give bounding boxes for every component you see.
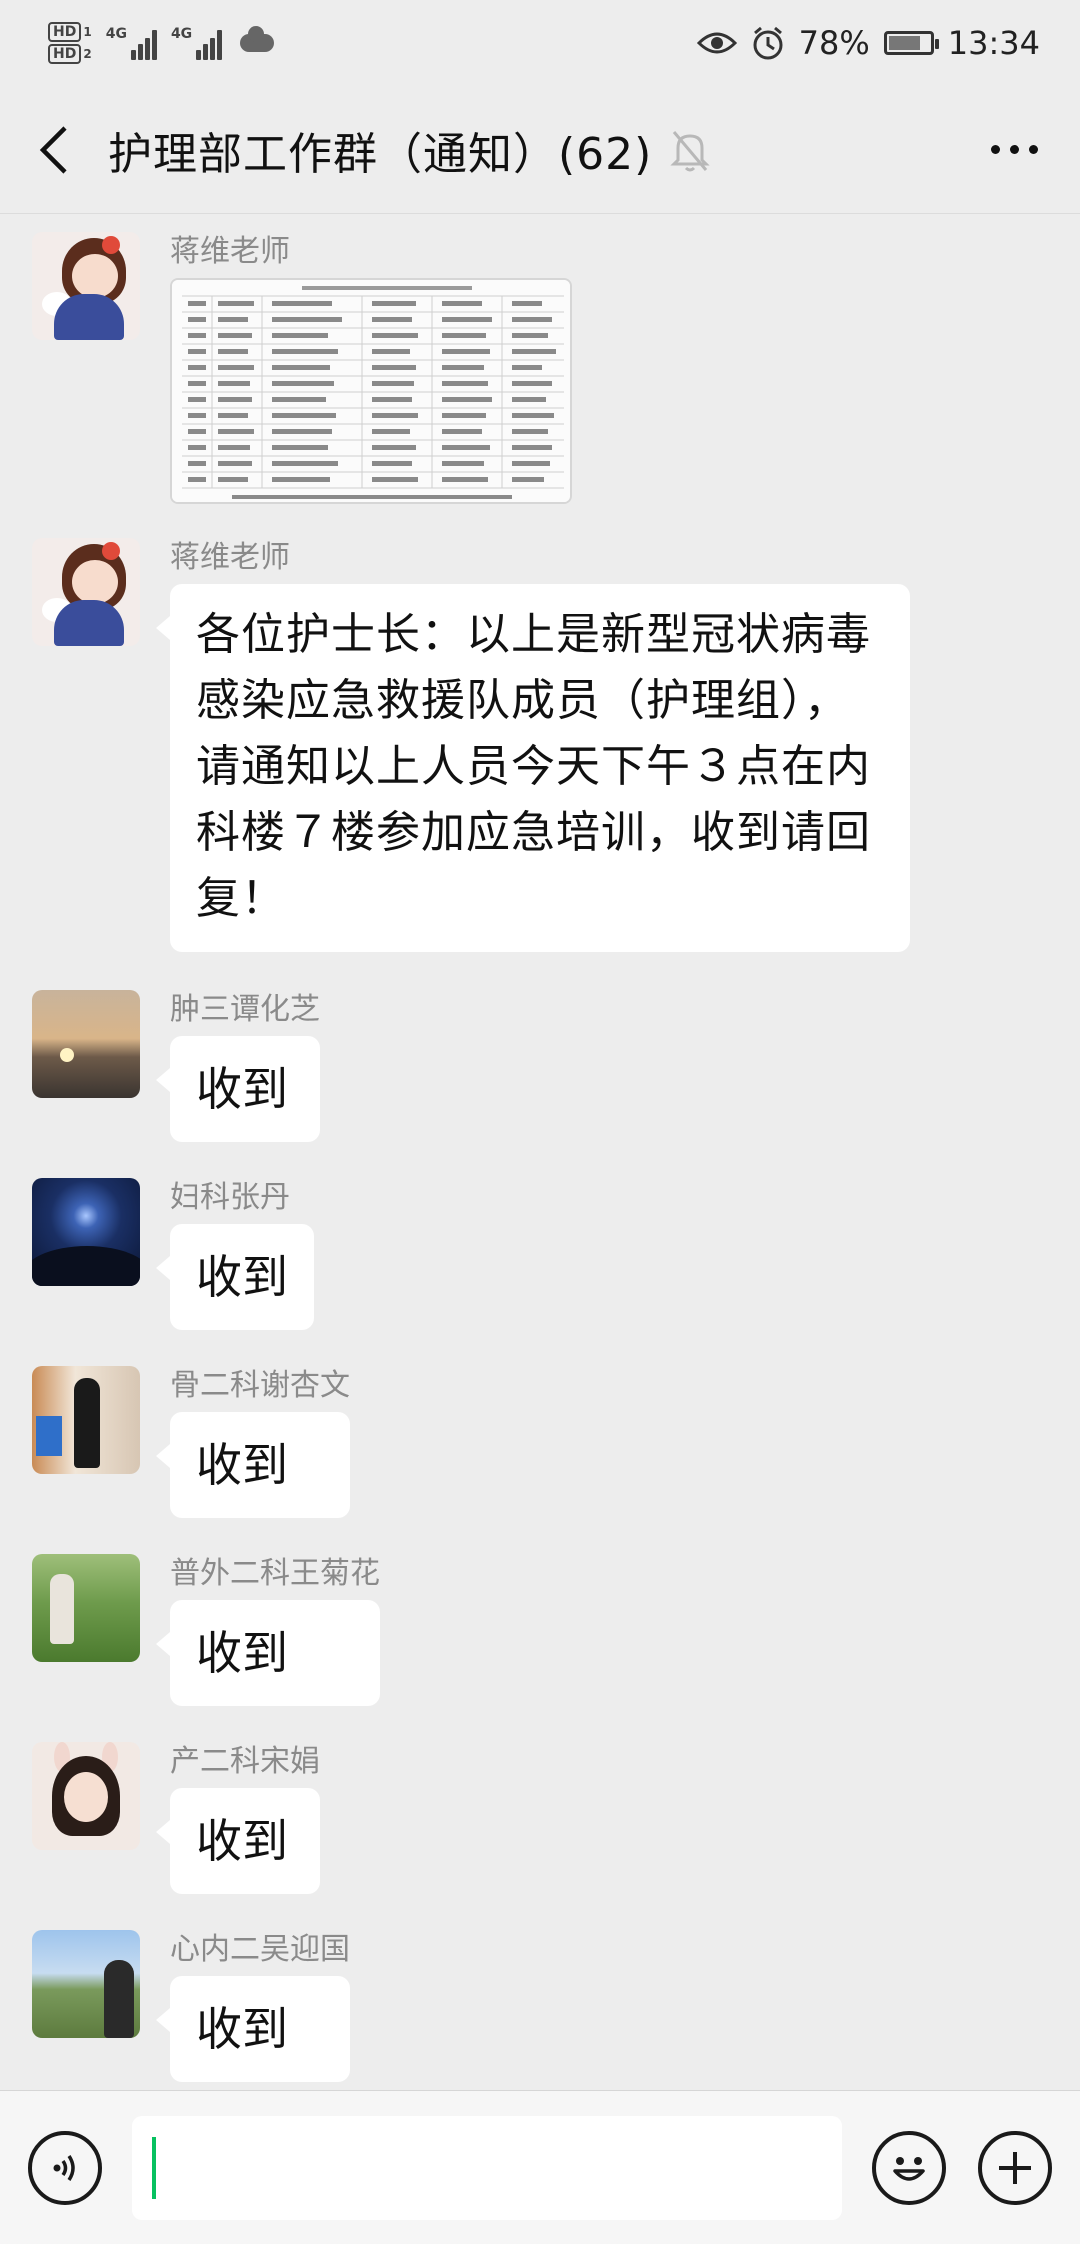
signal-icon: 4G: [106, 26, 157, 60]
hd-sub: 2: [83, 47, 92, 61]
image-message[interactable]: [170, 278, 572, 504]
more-dots-icon[interactable]: [979, 135, 1050, 164]
hd-label: HD: [48, 44, 82, 64]
text-caret: [152, 2136, 156, 2199]
chat-title: 护理部工作群（通知）(62): [108, 128, 653, 180]
plus-icon[interactable]: [978, 2130, 1052, 2205]
status-bar: HD 1 HD 2 4G 4G 78% 13:34: [0, 0, 1080, 86]
document-thumbnail: [172, 280, 570, 502]
hd-badge-1: HD 1: [48, 22, 92, 42]
cloud-icon: [240, 26, 275, 52]
bell-muted-icon: [670, 130, 710, 171]
hd-label: HD: [48, 22, 82, 42]
avatar[interactable]: [32, 1930, 140, 2038]
sender-name: 蒋维老师: [170, 540, 290, 575]
message-bubble[interactable]: 收到: [156, 1224, 314, 1330]
avatar[interactable]: [32, 1742, 140, 1850]
message-bubble[interactable]: 收到: [156, 1036, 320, 1142]
sender-name: 蒋维老师: [170, 234, 290, 269]
network-label: 4G: [170, 26, 193, 42]
clock: 13:34: [947, 24, 1040, 62]
message-bubble[interactable]: 收到: [156, 1600, 380, 1706]
avatar[interactable]: [32, 1366, 140, 1474]
chevron-left-icon[interactable]: [30, 120, 78, 180]
message-item: 蒋维老师 各位护士长：以上是新型冠状病毒感染应急救援队成员（护理组），请通知以上…: [32, 538, 1032, 952]
message-item: 心内二吴迎国 收到: [32, 1930, 1032, 2082]
voice-icon[interactable]: [28, 2130, 102, 2205]
avatar[interactable]: [32, 1178, 140, 1286]
message-bubble[interactable]: 收到: [156, 1788, 320, 1894]
avatar[interactable]: [32, 1554, 140, 1662]
input-bar: [0, 2090, 1080, 2244]
alarm-icon: [753, 26, 783, 60]
emoji-icon[interactable]: [872, 2130, 946, 2205]
eye-icon: [696, 32, 737, 54]
message-input[interactable]: [132, 2115, 842, 2220]
avatar[interactable]: [32, 990, 140, 1098]
message-item: 普外二科王菊花 收到: [32, 1554, 1032, 1706]
avatar[interactable]: [32, 232, 140, 340]
hd-badge-2: HD 2: [48, 44, 92, 64]
message-bubble[interactable]: 收到: [156, 1976, 350, 2082]
message-bubble[interactable]: 收到: [156, 1412, 350, 1518]
network-label: 4G: [105, 26, 127, 42]
message-item: 肿三谭化芝 收到: [32, 990, 1032, 1142]
message-item: 妇科张丹 收到: [32, 1178, 1032, 1330]
avatar[interactable]: [32, 538, 140, 646]
message-item: 骨二科谢杏文 收到: [32, 1366, 1032, 1518]
battery-percent: 78%: [798, 24, 870, 62]
message-list[interactable]: 蒋维老师 蒋维老师 各位护士长：以上是新型冠状病毒感染应急救援队成员（护理组），…: [0, 214, 1080, 2084]
status-left: HD 1 HD 2 4G 4G: [48, 22, 275, 64]
sender-name: 心内二吴迎国: [170, 1932, 350, 1967]
message-item: 蒋维老师: [32, 232, 1032, 504]
status-right: 78% 13:34: [696, 24, 1040, 62]
message-bubble[interactable]: 各位护士长：以上是新型冠状病毒感染应急救援队成员（护理组），请通知以上人员今天下…: [156, 584, 910, 952]
hd-indicators: HD 1 HD 2: [48, 22, 92, 64]
sender-name: 产二科宋娟: [170, 1744, 320, 1779]
signal-icon: 4G: [170, 26, 223, 60]
battery-fill: [888, 36, 920, 50]
sender-name: 妇科张丹: [170, 1180, 290, 1215]
message-item: 产二科宋娟 收到: [32, 1742, 1032, 1894]
sender-name: 肿三谭化芝: [170, 992, 320, 1027]
sender-name: 普外二科王菊花: [170, 1556, 380, 1591]
hd-sub: 1: [83, 25, 92, 39]
chat-header: 护理部工作群（通知）(62): [0, 86, 1080, 214]
sender-name: 骨二科谢杏文: [170, 1368, 350, 1403]
battery-icon: [883, 31, 939, 55]
